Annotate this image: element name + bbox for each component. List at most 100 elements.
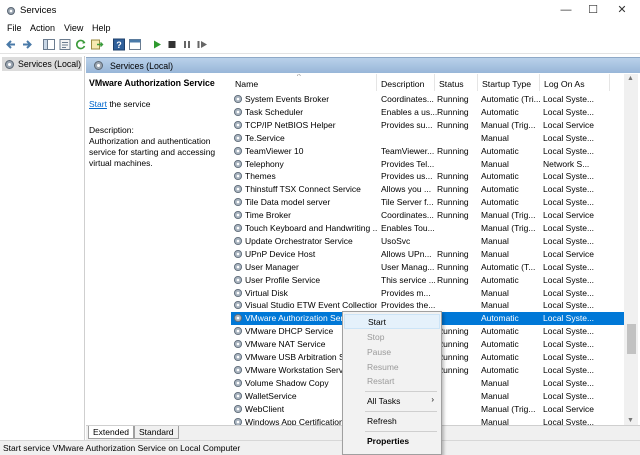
service-logon: Local Syste... [543, 313, 595, 324]
service-name: TCP/IP NetBIOS Helper [245, 119, 336, 130]
service-startup-type: Manual (Trig... [481, 403, 536, 414]
start-link[interactable]: Start [89, 99, 107, 109]
service-logon: Local Syste... [543, 377, 595, 388]
service-logon: Local Service [543, 248, 595, 259]
column-header-startup-type[interactable]: Startup Type [478, 74, 540, 91]
column-header-description[interactable]: Description [377, 74, 435, 91]
service-logon: Local Syste... [543, 261, 595, 272]
ctx-separator [365, 391, 437, 392]
column-header-name[interactable]: ^ Name [231, 74, 377, 91]
service-row[interactable]: Te.Service Manual Local Syste... [231, 132, 626, 145]
service-gear-icon [233, 417, 243, 425]
close-icon[interactable]: ✕ [608, 0, 636, 22]
service-row[interactable]: Telephony Provides Tel... Manual Network S.… [231, 158, 626, 171]
console-window-icon[interactable] [128, 38, 142, 51]
service-row[interactable]: User Manager User Manag... Running Automati… [231, 261, 626, 274]
service-startup-type: Automatic (T... [481, 261, 536, 272]
service-gear-icon [233, 146, 243, 156]
restart-service-icon[interactable] [195, 38, 209, 51]
start-suffix: the service [106, 99, 151, 109]
ctx-start[interactable]: Start [344, 314, 440, 329]
service-row[interactable]: Task Scheduler Enables a us... Running Auto… [231, 106, 626, 119]
minimize-icon[interactable]: — [552, 0, 580, 22]
service-row[interactable]: UPnP Device Host Allows UPn... Running Manu… [231, 248, 626, 261]
menu-action[interactable]: Action [30, 23, 55, 33]
service-row[interactable]: Touch Keyboard and Handwriting ... Enable… [231, 222, 626, 235]
service-description: This service ... [381, 274, 436, 285]
service-row[interactable]: TCP/IP NetBIOS Helper Provides su... Runni… [231, 119, 626, 132]
service-row[interactable]: Update Orchestrator Service UsoSvc Manual L… [231, 235, 626, 248]
service-status: Running [437, 364, 469, 375]
service-status: Running [437, 248, 469, 259]
sort-ascending-icon: ^ [297, 74, 301, 81]
service-row[interactable]: Themes Provides us... Running Automatic Loca… [231, 170, 626, 183]
ctx-stop: Stop [367, 332, 385, 342]
service-gear-icon [233, 184, 243, 194]
tab-extended[interactable]: Extended [88, 426, 134, 439]
service-name: Visual Studio ETW Event Collection... [245, 300, 377, 311]
scrollbar-thumb[interactable] [627, 324, 636, 354]
service-gear-icon [233, 391, 243, 401]
service-row[interactable]: TeamViewer 10 TeamViewer... Running Automat… [231, 145, 626, 158]
service-gear-icon [233, 262, 243, 272]
service-status: Running [437, 197, 469, 208]
ctx-all-tasks[interactable]: All Tasks › [344, 394, 440, 409]
service-status: Running [437, 106, 469, 117]
export-list-icon[interactable] [90, 38, 104, 51]
start-service-icon[interactable] [150, 38, 164, 51]
status-bar: Start service VMware Authorization Servi… [0, 440, 640, 455]
service-startup-type: Automatic [481, 313, 519, 324]
ctx-restart: Restart [367, 376, 395, 386]
ctx-refresh[interactable]: Refresh [344, 414, 440, 429]
properties-sheet-icon[interactable] [58, 38, 72, 51]
service-row[interactable]: Virtual Disk Provides m... Manual Local Sys… [231, 287, 626, 300]
forward-arrow-icon[interactable] [20, 38, 34, 51]
refresh-icon[interactable] [74, 38, 88, 51]
service-startup-type: Automatic [481, 184, 519, 195]
svg-text:?: ? [116, 40, 122, 50]
service-row[interactable]: Time Broker Coordinates... Running Manual (… [231, 209, 626, 222]
service-gear-icon [233, 120, 243, 130]
scroll-down-icon[interactable]: ▼ [627, 417, 634, 424]
maximize-icon[interactable]: ☐ [579, 0, 607, 22]
menu-file[interactable]: File [7, 23, 22, 33]
service-row[interactable]: User Profile Service This service ... Runn… [231, 274, 626, 287]
service-row[interactable]: System Events Broker Coordinates... Runnin… [231, 93, 626, 106]
service-gear-icon [233, 365, 243, 375]
window-title: Services [20, 5, 57, 16]
tree-item-services-local[interactable]: Services (Local) [2, 57, 82, 71]
vertical-scrollbar[interactable]: ▲ ▼ [624, 74, 638, 425]
ctx-properties[interactable]: Properties [344, 434, 440, 449]
service-logon: Local Syste... [543, 171, 595, 182]
service-startup-type: Automatic [481, 197, 519, 208]
scroll-up-icon[interactable]: ▲ [627, 75, 634, 82]
column-header-log-on-as[interactable]: Log On As [540, 74, 610, 91]
service-startup-type: Manual (Trig... [481, 210, 536, 221]
service-status: Running [437, 145, 469, 156]
stop-service-icon[interactable] [165, 38, 179, 51]
menu-view[interactable]: View [64, 23, 83, 33]
pause-service-icon[interactable] [180, 38, 194, 51]
service-gear-icon [233, 326, 243, 336]
menu-bar: File Action View Help [0, 22, 640, 36]
service-description: Allows you ... [381, 184, 432, 195]
help-icon[interactable]: ? [112, 38, 126, 51]
services-window: Services — ☐ ✕ File Action View Help ? S… [0, 0, 640, 455]
service-row[interactable]: Tile Data model server Tile Server f... Ru… [231, 196, 626, 209]
service-name: Virtual Disk [245, 287, 288, 298]
menu-help[interactable]: Help [92, 23, 111, 33]
context-menu: Start Stop Pause Resume Restart All Task… [342, 311, 442, 455]
service-gear-icon [233, 197, 243, 207]
column-header-status[interactable]: Status [435, 74, 478, 91]
service-startup-type: Manual [481, 248, 509, 259]
title-bar[interactable]: Services — ☐ ✕ [0, 0, 640, 22]
service-startup-type: Manual [481, 377, 509, 388]
services-gear-icon [93, 60, 104, 71]
back-arrow-icon[interactable] [4, 38, 18, 51]
service-row[interactable]: Thinstuff TSX Connect Service Allows you … [231, 183, 626, 196]
service-startup-type: Manual [481, 132, 509, 143]
tab-standard[interactable]: Standard [134, 426, 179, 439]
show-hide-tree-icon[interactable] [42, 38, 56, 51]
service-logon: Local Service [543, 403, 595, 414]
service-logon: Local Syste... [543, 106, 595, 117]
